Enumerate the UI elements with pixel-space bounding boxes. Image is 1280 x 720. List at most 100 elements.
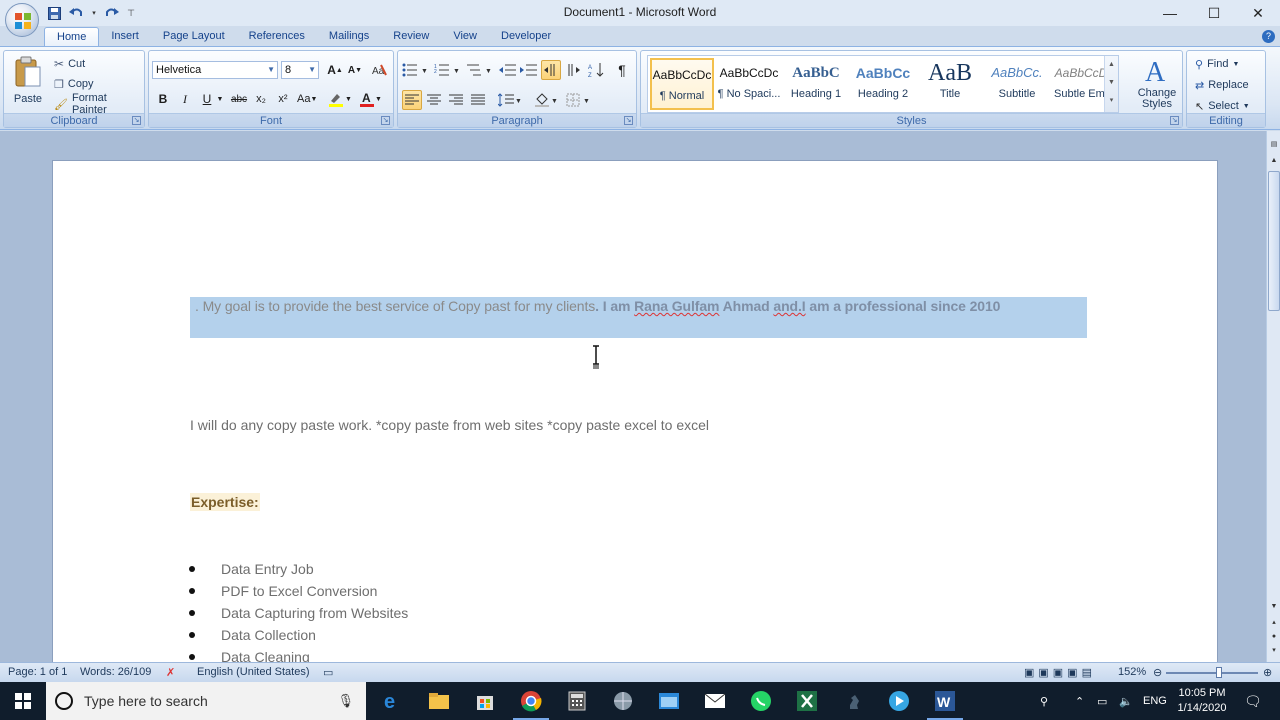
chrome-icon[interactable] <box>519 689 543 713</box>
shrink-font-button[interactable]: A ▼ <box>345 60 365 80</box>
scroll-thumb[interactable] <box>1268 171 1280 311</box>
page-count[interactable]: Page: 1 of 1 <box>8 666 67 678</box>
taskbar-search[interactable]: Type here to search 🎙 <box>46 682 366 720</box>
excel-icon[interactable] <box>795 689 819 713</box>
shading-button[interactable]: ▼ <box>534 90 558 110</box>
replace-button[interactable]: ⇄ Replace <box>1195 76 1249 94</box>
font-launcher-icon[interactable]: ↘ <box>381 116 390 125</box>
gallery-down-icon[interactable]: ▼ <box>1105 74 1118 92</box>
office-button[interactable] <box>5 3 39 37</box>
align-center-button[interactable] <box>424 90 444 110</box>
redo-icon[interactable] <box>104 5 120 21</box>
word-icon[interactable]: W <box>933 689 957 713</box>
sort-button[interactable]: AZ <box>587 60 607 80</box>
bullets-button[interactable]: ▼ <box>402 60 428 80</box>
tray-expand-icon[interactable]: ⌃ <box>1075 682 1084 720</box>
scroll-up-icon[interactable]: ▲ <box>1268 155 1280 167</box>
bold-button[interactable]: B <box>153 89 173 109</box>
font-name-dropdown-icon[interactable]: ▼ <box>267 62 275 78</box>
language-status[interactable]: English (United States) <box>197 666 310 678</box>
gallery-up-icon[interactable]: ▲ <box>1105 56 1118 74</box>
show-formatting-icon[interactable]: ¶ <box>612 60 632 80</box>
browse-object-icon[interactable]: ● <box>1268 631 1280 643</box>
style-subtitle[interactable]: AaBbCc. Subtitle <box>985 58 1049 110</box>
people-icon[interactable]: ⚲ <box>1040 682 1048 720</box>
app-globe-icon[interactable] <box>611 689 635 713</box>
zoom-out-icon[interactable]: ⊖ <box>1153 666 1162 679</box>
calculator-icon[interactable] <box>565 689 589 713</box>
next-page-icon[interactable]: ▾ <box>1268 645 1280 657</box>
app-chess-icon[interactable] <box>841 689 865 713</box>
align-left-button[interactable] <box>402 90 422 110</box>
network-icon[interactable]: ▭ <box>1097 682 1107 720</box>
taskbar-clock[interactable]: 10:05 PM 1/14/2020 <box>1168 686 1236 716</box>
macro-record-icon[interactable]: ▭ <box>323 666 333 679</box>
tab-page-layout[interactable]: Page Layout <box>151 27 237 47</box>
style-heading-1[interactable]: AaBbC Heading 1 <box>784 58 848 110</box>
styles-gallery-scroll[interactable]: ▲ ▼ ▾ <box>1104 56 1118 112</box>
find-button[interactable]: ⚲ Find ▼ <box>1195 55 1239 73</box>
list-item[interactable]: Data Cleaning <box>185 646 408 662</box>
tab-review[interactable]: Review <box>381 27 441 47</box>
list-item[interactable]: Data Entry Job <box>185 558 408 580</box>
style-no-spacing[interactable]: AaBbCcDc ¶ No Spaci... <box>717 58 781 110</box>
undo-icon[interactable] <box>68 5 84 21</box>
increase-indent-button[interactable] <box>519 60 539 80</box>
paragraph-launcher-icon[interactable]: ↘ <box>624 116 633 125</box>
format-painter-button[interactable]: 🖌 Format Painter <box>54 92 144 116</box>
italic-button[interactable]: I <box>175 89 195 109</box>
style-normal[interactable]: AaBbCcDc ¶ Normal <box>650 58 714 110</box>
input-language[interactable]: ENG <box>1143 682 1167 720</box>
gallery-more-icon[interactable]: ▾ <box>1105 92 1118 110</box>
styles-launcher-icon[interactable]: ↘ <box>1170 116 1179 125</box>
zoom-slider[interactable] <box>1166 667 1258 678</box>
highlight-button[interactable]: ▼ <box>327 89 352 109</box>
maximize-button[interactable]: ☐ <box>1192 0 1236 26</box>
paste-button[interactable]: Paste <box>10 55 46 111</box>
font-name-field[interactable]: Helvetica ▼ <box>152 61 278 79</box>
document-page[interactable]: . My goal is to provide the best service… <box>52 160 1218 662</box>
clipboard-launcher-icon[interactable]: ↘ <box>132 116 141 125</box>
tab-home[interactable]: Home <box>44 27 100 47</box>
ltr-direction-button[interactable] <box>541 60 561 80</box>
zoom-in-icon[interactable]: ⊕ <box>1263 666 1272 679</box>
cut-button[interactable]: ✂ Cut <box>54 55 85 73</box>
paragraph-goal[interactable]: . My goal is to provide the best service… <box>195 298 1000 314</box>
justify-button[interactable] <box>468 90 488 110</box>
previous-page-icon[interactable]: ▴ <box>1268 617 1280 629</box>
font-color-button[interactable]: A ▼ <box>359 89 382 109</box>
undo-dropdown-icon[interactable]: ▾ <box>90 5 98 21</box>
tab-developer[interactable]: Developer <box>489 27 563 47</box>
whatsapp-icon[interactable] <box>749 689 773 713</box>
clear-formatting-icon[interactable]: Aa <box>369 60 389 80</box>
app-play-icon[interactable] <box>887 689 911 713</box>
strikethrough-button[interactable]: abc <box>229 89 249 109</box>
word-count[interactable]: Words: 26/109 <box>80 666 151 678</box>
customize-icon[interactable]: ⊤ <box>126 5 136 21</box>
zoom-slider-thumb[interactable] <box>1216 667 1222 678</box>
app-window-icon[interactable] <box>657 689 681 713</box>
align-right-button[interactable] <box>446 90 466 110</box>
tab-insert[interactable]: Insert <box>99 27 151 47</box>
font-size-field[interactable]: 8 ▼ <box>281 61 319 79</box>
minimize-button[interactable]: — <box>1148 0 1192 26</box>
file-explorer-icon[interactable] <box>427 689 451 713</box>
scroll-down-icon[interactable]: ▼ <box>1268 601 1280 613</box>
borders-button[interactable]: ▼ <box>566 90 590 110</box>
change-styles-button[interactable]: A Change Styles <box>1135 55 1179 113</box>
subscript-button[interactable]: x₂ <box>251 89 271 109</box>
edge-icon[interactable]: e <box>381 689 405 713</box>
ruler-toggle-icon[interactable]: ▤ <box>1268 139 1280 151</box>
underline-dropdown-icon[interactable]: ▼ <box>215 89 225 109</box>
store-icon[interactable] <box>473 689 497 713</box>
tab-view[interactable]: View <box>441 27 489 47</box>
view-buttons[interactable]: ▣▣▣▣▤ <box>1024 666 1096 679</box>
copy-button[interactable]: ❐ Copy <box>54 75 94 93</box>
style-heading-2[interactable]: AaBbCc Heading 2 <box>851 58 915 110</box>
font-size-dropdown-icon[interactable]: ▼ <box>308 62 316 78</box>
vertical-scrollbar[interactable]: ▤ ▲ ▼ ▴ ● ▾ <box>1266 131 1280 662</box>
list-item[interactable]: PDF to Excel Conversion <box>185 580 408 602</box>
decrease-indent-button[interactable] <box>498 60 518 80</box>
change-case-button[interactable]: Aa ▼ <box>297 89 317 109</box>
expertise-heading[interactable]: Expertise: <box>190 493 260 511</box>
